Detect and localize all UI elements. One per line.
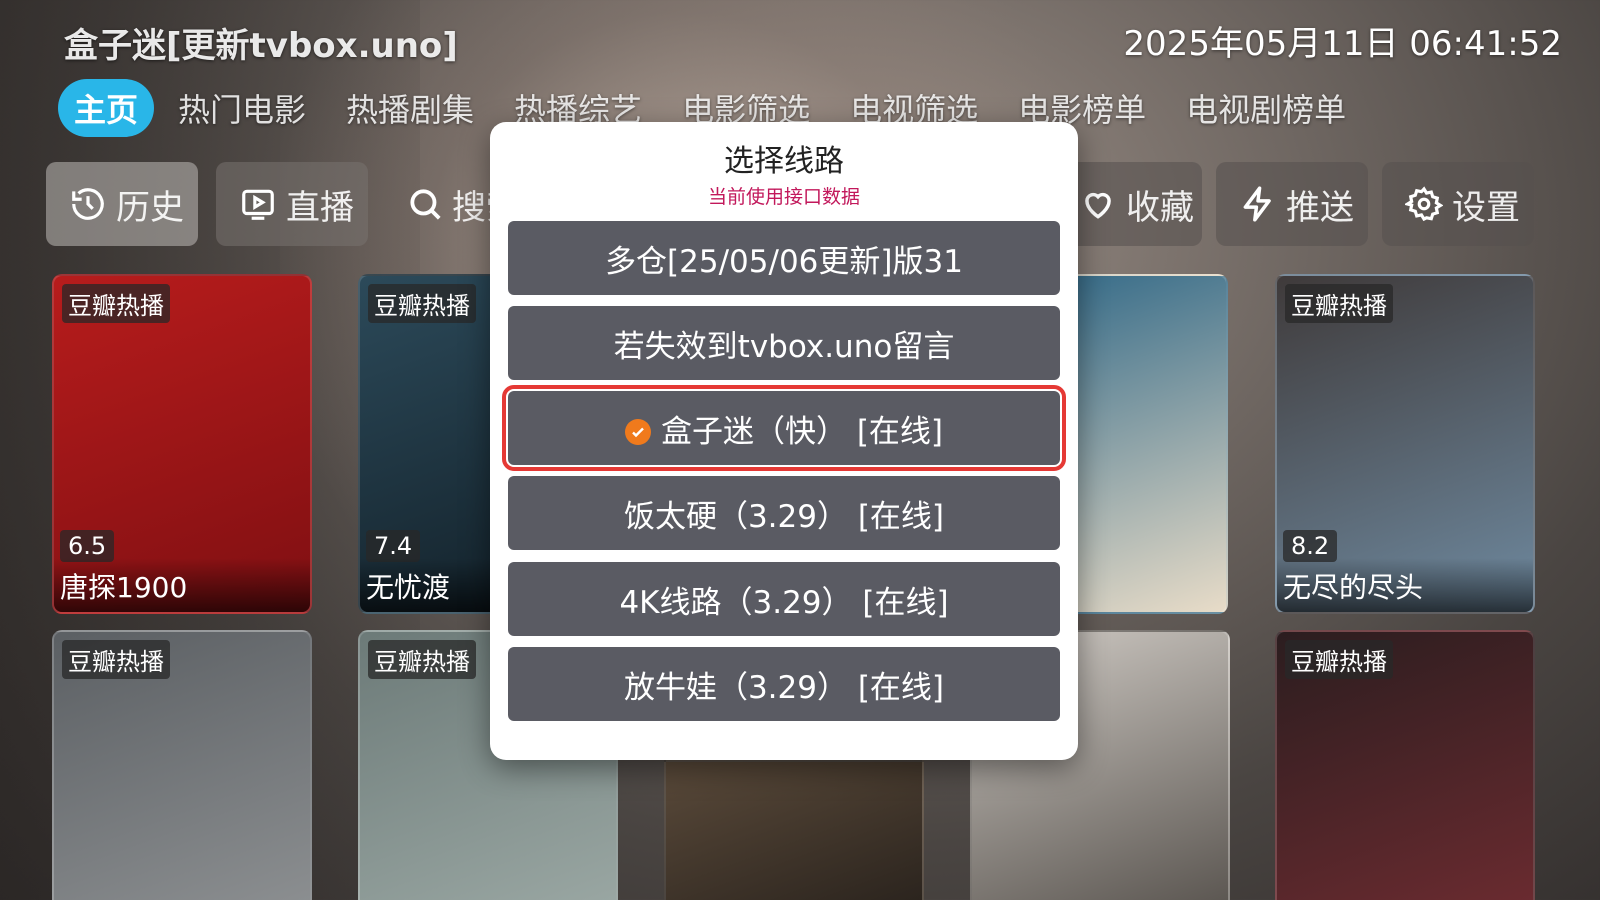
live-label: 直播 xyxy=(286,187,354,228)
route-option[interactable]: 多仓[25/05/06更新]版31 xyxy=(508,221,1060,295)
route-option-label: 饭太硬（3.29） [在线] xyxy=(623,498,945,535)
poster-card[interactable]: 豆瓣热播 xyxy=(1275,630,1535,900)
card-title: 无忧渡 xyxy=(360,558,490,612)
tv-icon xyxy=(238,184,278,224)
route-option-label: 多仓[25/05/06更新]版31 xyxy=(605,243,963,280)
gear-icon xyxy=(1404,184,1444,224)
poster-card[interactable]: 豆瓣热播 xyxy=(52,630,312,900)
route-option[interactable]: 4K线路（3.29） [在线] xyxy=(508,562,1060,636)
history-icon xyxy=(68,184,108,224)
history-button[interactable]: 历史 xyxy=(46,162,198,246)
douban-badge: 豆瓣热播 xyxy=(1285,284,1393,323)
settings-label: 设置 xyxy=(1452,187,1520,228)
route-option-label: 盒子迷（快） [在线] xyxy=(660,413,944,450)
favorites-button[interactable]: 收藏 xyxy=(1078,162,1202,246)
tab-tv-ranking[interactable]: 电视剧榜单 xyxy=(1186,85,1346,131)
route-option[interactable]: 放牛娃（3.29） [在线] xyxy=(508,647,1060,721)
route-option-label: 若失效到tvbox.uno留言 xyxy=(613,328,955,365)
search-icon xyxy=(406,184,444,224)
search-label: 搜索 xyxy=(452,187,490,228)
card-title: 唐探1900 xyxy=(54,558,310,612)
douban-badge: 豆瓣热播 xyxy=(62,284,170,323)
check-icon xyxy=(624,419,651,445)
history-label: 历史 xyxy=(116,187,184,228)
route-option[interactable]: 若失效到tvbox.uno留言 xyxy=(508,306,1060,380)
poster-card[interactable]: 豆瓣热播 7.4 无忧渡 xyxy=(358,274,490,614)
live-button[interactable]: 直播 xyxy=(216,162,368,246)
search-button[interactable]: 搜索 xyxy=(384,162,490,246)
douban-badge: 豆瓣热播 xyxy=(368,640,476,679)
douban-badge: 豆瓣热播 xyxy=(1285,640,1393,679)
tab-home[interactable]: 主页 xyxy=(58,79,155,137)
app-title: 盒子迷[更新tvbox.uno] xyxy=(64,26,458,66)
push-label: 推送 xyxy=(1286,187,1354,228)
dialog-title: 选择线路 xyxy=(724,144,844,179)
route-option-label: 放牛娃（3.29） [在线] xyxy=(623,669,945,706)
dialog-subtitle: 当前使用接口数据 xyxy=(707,186,860,208)
route-option-label: 4K线路（3.29） [在线] xyxy=(619,584,949,621)
poster-card[interactable] xyxy=(664,760,924,900)
poster-card[interactable]: 豆瓣热播 6.5 唐探1900 xyxy=(52,274,312,614)
bolt-icon xyxy=(1238,184,1278,224)
settings-button[interactable]: 设置 xyxy=(1382,162,1534,246)
douban-badge: 豆瓣热播 xyxy=(62,640,170,679)
poster-card[interactable]: 豆瓣热播 8.2 无尽的尽头 xyxy=(1275,274,1535,614)
heart-icon xyxy=(1078,184,1118,224)
tab-hot-series[interactable]: 热播剧集 xyxy=(346,85,474,131)
route-option[interactable]: 饭太硬（3.29） [在线] xyxy=(508,476,1060,550)
tab-hot-movies[interactable]: 热门电影 xyxy=(178,85,306,131)
poster-card[interactable] xyxy=(1078,274,1228,614)
card-title: 无尽的尽头 xyxy=(1277,558,1533,612)
favorites-label: 收藏 xyxy=(1126,187,1194,228)
datetime: 2025年05月11日 06:41:52 xyxy=(1123,24,1562,64)
route-option-selected[interactable]: 盒子迷（快） [在线] xyxy=(502,385,1066,471)
route-select-dialog: 选择线路 当前使用接口数据 多仓[25/05/06更新]版31 若失效到tvbo… xyxy=(490,122,1078,760)
push-button[interactable]: 推送 xyxy=(1216,162,1368,246)
douban-badge: 豆瓣热播 xyxy=(368,284,476,323)
